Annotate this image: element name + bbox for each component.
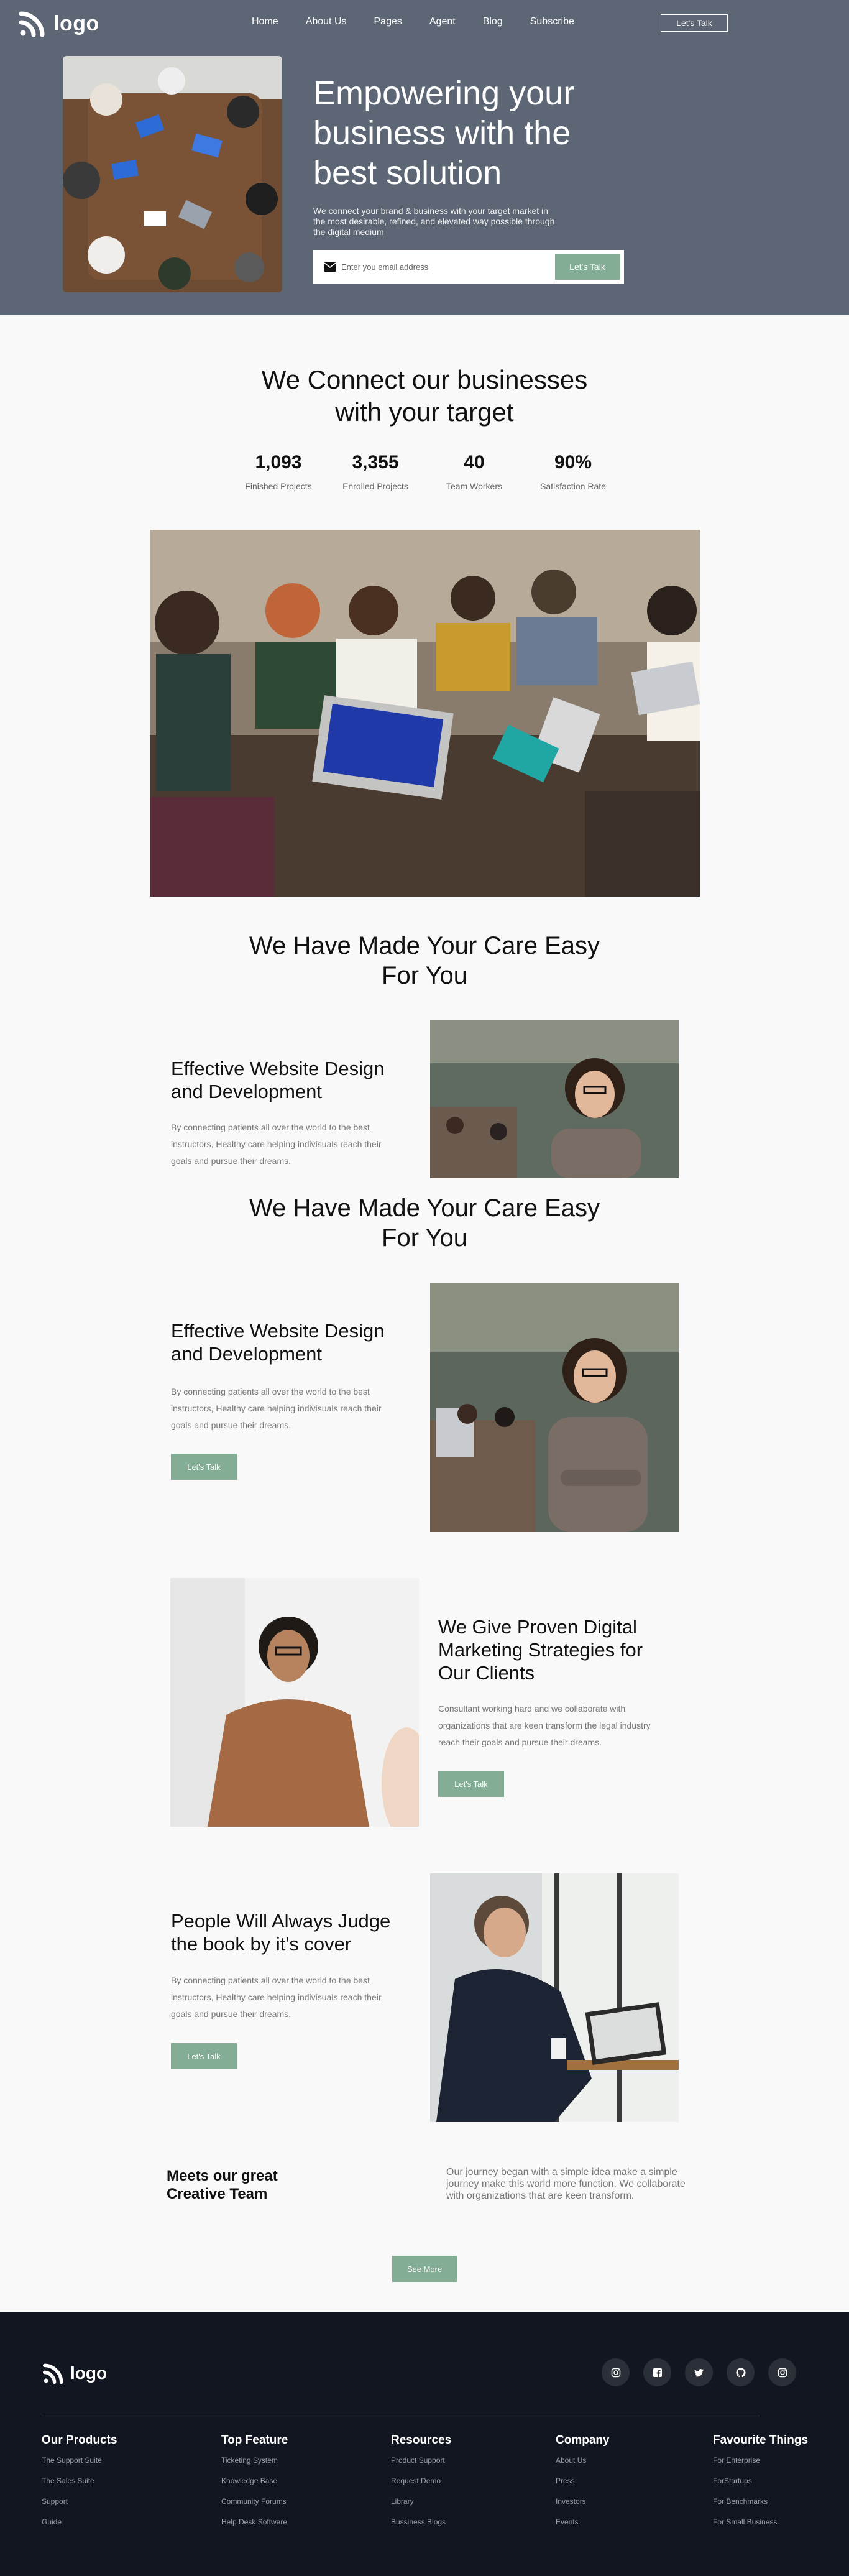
marketing-man-image [170,1578,419,1827]
footer-col-resources: Resources Product Support Request Demo L… [391,2434,451,2538]
stat-value: 90% [554,452,592,473]
stat-finished: 1,093 Finished Projects [238,451,319,491]
nav-home[interactable]: Home [252,16,278,27]
stat-team: 40 Team Workers [434,451,515,491]
footer-link[interactable]: Events [556,2518,610,2538]
marketing-title: We Give Proven Digital Marketing Strateg… [438,1616,643,1684]
hero-email-form: Let's Talk [313,250,624,284]
logo-text: logo [53,11,99,35]
footer-link[interactable]: For Small Business [713,2518,808,2538]
main-nav: Home About Us Pages Agent Blog Subscribe [252,16,602,27]
footer-col-company: Company About Us Press Investors Events [556,2434,610,2538]
footer-col-our-products: Our Products The Support Suite The Sales… [42,2434,117,2538]
judge-title: People Will Always Judge the book by it'… [171,1910,391,1955]
stat-label: Team Workers [446,481,502,491]
team-description: Our journey began with a simple idea mak… [446,2167,686,2201]
marketing-text: Consultant working hard and we collabora… [438,1704,651,1747]
footer-link[interactable]: Support [42,2497,117,2518]
footer: logo Our Products The Support Suite The … [0,2312,849,2576]
stat-label: Satisfaction Rate [540,481,606,491]
care2-feature-text: By connecting patients all over the worl… [171,1387,382,1430]
stat-value: 3,355 [352,452,399,473]
logo-icon [42,2363,63,2384]
footer-logo-text: logo [70,2363,108,2383]
footer-link[interactable]: Knowledge Base [221,2477,288,2497]
connect-title: We Connect our businesses with your targ… [0,364,849,428]
github-icon[interactable] [727,2358,755,2386]
email-input[interactable] [341,256,546,278]
footer-link[interactable]: Request Demo [391,2477,451,2497]
footer-col-title: Our Products [42,2434,117,2447]
care1-feature-text: By connecting patients all over the worl… [171,1122,382,1166]
care1-woman-image [430,1020,679,1178]
twitter-icon[interactable] [685,2358,713,2386]
hero-section: logo Home About Us Pages Agent Blog Subs… [0,0,849,315]
stat-label: Enrolled Projects [342,481,408,491]
footer-link[interactable]: Library [391,2497,451,2518]
care-title-text: We Have Made Your Care Easy For You [249,1194,600,1252]
footer-col-title: Top Feature [221,2434,288,2447]
footer-col-favourite-things: Favourite Things For Enterprise ForStart… [713,2434,808,2538]
see-more-button[interactable]: See More [392,2256,457,2282]
judge-text: By connecting patients all over the worl… [171,1975,382,2019]
hero-title: Empowering your business with the best s… [313,75,575,192]
nav-lets-talk-button[interactable]: Let's Talk [661,14,728,32]
footer-link[interactable]: Ticketing System [221,2456,288,2477]
footer-col-top-feature: Top Feature Ticketing System Knowledge B… [221,2434,288,2538]
footer-link[interactable]: For Enterprise [713,2456,808,2477]
care2-feature-title: Effective Website Design and Development [171,1320,385,1365]
stat-satisfaction: 90% Satisfaction Rate [533,451,613,491]
care2-lets-talk-button[interactable]: Let's Talk [171,1454,237,1480]
footer-link[interactable]: Community Forums [221,2497,288,2518]
care1-feature-title: Effective Website Design and Development [171,1058,385,1102]
marketing-lets-talk-button[interactable]: Let's Talk [438,1771,504,1797]
judge-lets-talk-button[interactable]: Let's Talk [171,2043,237,2069]
nav-pages[interactable]: Pages [374,16,402,27]
footer-link[interactable]: Bussiness Blogs [391,2518,451,2538]
nav-blog[interactable]: Blog [483,16,503,27]
connect-title-text: We Connect our businesses with your targ… [261,365,588,427]
facebook-icon[interactable] [643,2358,671,2386]
nav-logo[interactable]: logo [17,9,99,39]
footer-link[interactable]: Press [556,2477,610,2497]
care-title-1: We Have Made Your Care Easy For You [0,931,849,990]
footer-logo[interactable]: logo [42,2361,107,2385]
stat-value: 1,093 [255,452,302,473]
hero-subtitle: We connect your brand & business with yo… [313,206,555,237]
care-title-text: We Have Made Your Care Easy For You [249,932,600,989]
stat-value: 40 [464,452,485,473]
nav-about-us[interactable]: About Us [306,16,347,27]
judge-man-laptop-image [430,1873,679,2122]
care-title-2: We Have Made Your Care Easy For You [0,1193,849,1253]
hero-image [63,56,282,292]
footer-col-title: Favourite Things [713,2434,809,2447]
footer-link[interactable]: The Support Suite [42,2456,117,2477]
stat-enrolled: 3,355 Enrolled Projects [335,451,416,491]
logo-icon [19,11,45,37]
stats-row: 1,093 Finished Projects 3,355 Enrolled P… [238,451,611,495]
care2-woman-image [430,1283,679,1532]
footer-col-title: Resources [391,2434,452,2447]
instagram-icon[interactable] [768,2358,796,2386]
nav-agent[interactable]: Agent [429,16,456,27]
nav-subscribe[interactable]: Subscribe [530,16,574,27]
footer-link[interactable]: Guide [42,2518,117,2538]
footer-link[interactable]: For Benchmarks [713,2497,808,2518]
footer-link[interactable]: Investors [556,2497,610,2518]
team-photo [150,530,700,897]
footer-col-title: Company [556,2434,610,2447]
team-title: Meets our great Creative Team [167,2167,278,2202]
hero-lets-talk-button[interactable]: Let's Talk [555,254,620,280]
footer-link[interactable]: ForStartups [713,2477,808,2497]
footer-link[interactable]: Help Desk Software [221,2518,288,2538]
instagram-icon[interactable] [602,2358,630,2386]
stat-label: Finished Projects [245,481,312,491]
envelope-icon [324,262,336,272]
footer-link[interactable]: About Us [556,2456,610,2477]
footer-link[interactable]: Product Support [391,2456,451,2477]
footer-link[interactable]: The Sales Suite [42,2477,117,2497]
social-links [602,2358,796,2386]
